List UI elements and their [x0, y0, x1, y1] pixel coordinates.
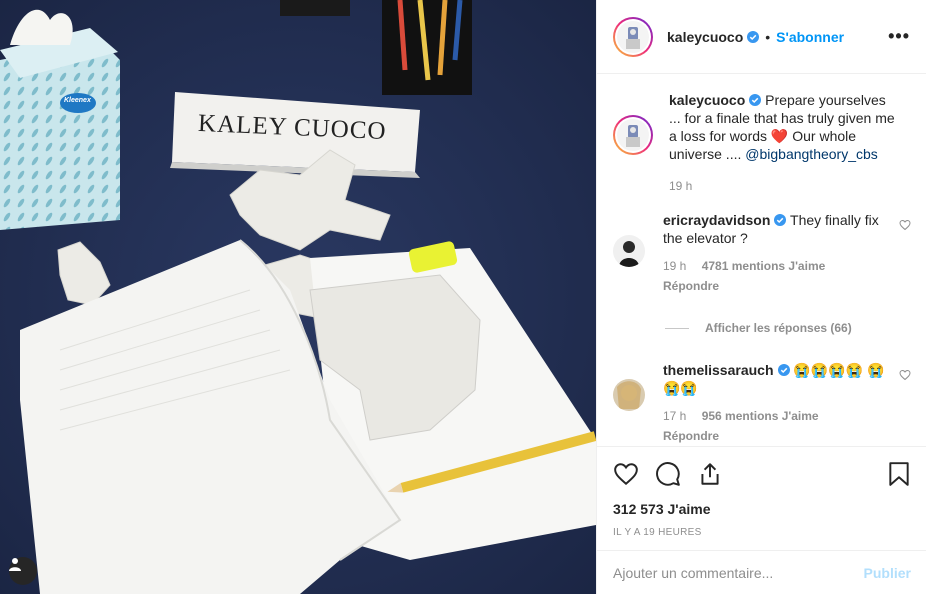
tissue-brand-text: Kleenex: [64, 97, 91, 104]
user-tag-icon[interactable]: [9, 557, 37, 585]
post-side-panel: kaleycuoco • S'abonner ••• kaleycuoco Pr…: [596, 0, 926, 594]
save-button[interactable]: [887, 461, 911, 487]
verified-icon: [777, 364, 790, 376]
likes-count[interactable]: 312 573 J'aime: [613, 501, 911, 517]
add-comment-bar: Publier: [597, 550, 926, 594]
more-options-icon[interactable]: •••: [888, 26, 910, 47]
heart-icon[interactable]: [899, 219, 911, 231]
share-icon: [701, 463, 719, 485]
comment-username[interactable]: ericraydavidson: [663, 212, 770, 228]
comment-input[interactable]: [613, 564, 864, 581]
caption: kaleycuoco Prepare yourselves ... for a …: [613, 91, 911, 193]
verified-icon: [774, 214, 787, 226]
comments-list[interactable]: kaleycuoco Prepare yourselves ... for a …: [597, 75, 926, 445]
view-replies-label: Afficher les réponses (66): [705, 321, 852, 335]
reply-button[interactable]: Répondre: [663, 429, 893, 443]
post-header: kaleycuoco • S'abonner •••: [597, 0, 926, 74]
view-replies-button[interactable]: Afficher les réponses (66): [665, 321, 911, 335]
comment-time[interactable]: 17 h: [663, 409, 686, 423]
like-button[interactable]: [613, 461, 639, 487]
comment-username[interactable]: themelissarauch: [663, 362, 774, 378]
post-timestamp[interactable]: IL Y A 19 HEURES: [613, 527, 911, 538]
comment-item: ericraydavidson They finally fix the ele…: [613, 211, 911, 293]
view-replies-line: [665, 327, 689, 329]
post-author-username[interactable]: kaleycuoco: [667, 29, 743, 45]
comment-likes[interactable]: 4781 mentions J'aime: [702, 259, 826, 273]
comment-avatar[interactable]: [613, 235, 645, 267]
post-photo[interactable]: [0, 0, 596, 594]
comment-time[interactable]: 19 h: [663, 259, 686, 273]
avatar[interactable]: [613, 16, 653, 57]
heart-icon: [614, 463, 638, 486]
heart-icon[interactable]: [899, 369, 911, 381]
photo-scene: [0, 0, 596, 594]
reply-button[interactable]: Répondre: [663, 279, 893, 293]
caption-avatar[interactable]: [613, 115, 653, 155]
comment-item: themelissarauch 😭😭😭😭 😭😭😭 17 h 956 mentio…: [613, 361, 911, 443]
caption-username[interactable]: kaleycuoco: [669, 92, 745, 108]
bookmark-icon: [889, 462, 909, 486]
separator-dot: •: [765, 28, 771, 45]
verified-icon: [749, 94, 762, 106]
publish-button[interactable]: Publier: [864, 565, 911, 581]
comment-button[interactable]: [655, 461, 681, 487]
caption-mention[interactable]: @bigbangtheory_cbs: [745, 146, 878, 162]
tissue-box: [0, 9, 120, 230]
comment-icon: [656, 462, 680, 486]
comment-avatar[interactable]: [613, 379, 645, 411]
verified-icon: [747, 30, 760, 43]
comment-likes[interactable]: 956 mentions J'aime: [702, 409, 819, 423]
post-actions: 312 573 J'aime IL Y A 19 HEURES: [597, 446, 926, 538]
follow-button[interactable]: S'abonner: [776, 29, 844, 45]
share-button[interactable]: [697, 461, 723, 487]
pen-cup: [382, 0, 472, 95]
caption-time[interactable]: 19 h: [669, 179, 692, 193]
